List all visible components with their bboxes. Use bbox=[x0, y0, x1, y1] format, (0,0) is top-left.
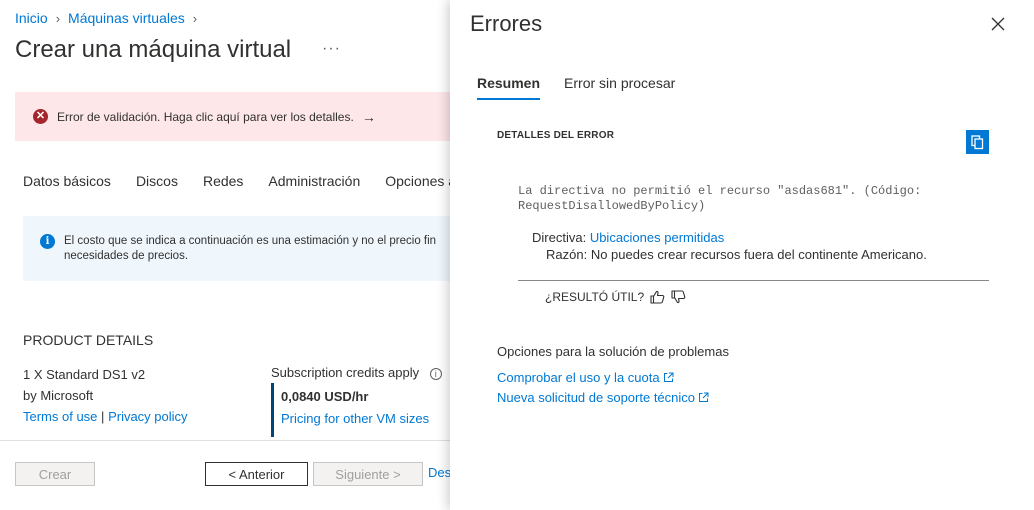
product-info: 1 X Standard DS1 v2 by Microsoft Terms o… bbox=[23, 364, 188, 427]
product-vendor: by Microsoft bbox=[23, 388, 94, 403]
breadcrumb-vms-link[interactable]: Máquinas virtuales bbox=[68, 10, 185, 26]
divider bbox=[518, 280, 989, 281]
new-support-request-link[interactable]: Nueva solicitud de soporte técnico bbox=[497, 390, 709, 405]
policy-link[interactable]: Ubicaciones permitidas bbox=[590, 230, 724, 245]
error-message-line2: RequestDisallowedByPolicy) bbox=[518, 199, 706, 213]
tab-summary[interactable]: Resumen bbox=[477, 75, 541, 100]
policy-row: Directiva: Ubicaciones permitidas bbox=[532, 230, 724, 245]
arrow-right-icon: → bbox=[361, 108, 376, 125]
breadcrumb-home-link[interactable]: Inicio bbox=[15, 10, 48, 26]
create-vm-page: Inicio › Máquinas virtuales › Crear una … bbox=[0, 0, 450, 510]
breadcrumb: Inicio › Máquinas virtuales › bbox=[15, 10, 205, 26]
tab-basics[interactable]: Datos básicos bbox=[23, 173, 111, 189]
validation-error-banner[interactable]: ✕ Error de validación. Haga clic aquí pa… bbox=[15, 92, 450, 141]
page-title: Crear una máquina virtual bbox=[15, 36, 292, 63]
link-separator: | bbox=[101, 409, 105, 424]
chevron-right-icon: › bbox=[55, 10, 61, 26]
cost-info-box: i El costo que se indica a continuación … bbox=[23, 216, 450, 281]
troubleshooting-title: Opciones para la solución de problemas bbox=[497, 344, 729, 359]
reason-text: No puedes crear recursos fuera del conti… bbox=[590, 247, 927, 262]
reason-label: Razón: bbox=[546, 247, 588, 262]
error-icon: ✕ bbox=[33, 109, 48, 124]
terms-of-use-link[interactable]: Terms of use bbox=[23, 409, 97, 424]
info-icon: i bbox=[40, 234, 55, 249]
thumbs-up-icon[interactable] bbox=[649, 289, 665, 305]
errors-panel: Errores Resumen Error sin procesar DETAL… bbox=[450, 0, 1034, 510]
privacy-policy-link[interactable]: Privacy policy bbox=[108, 409, 187, 424]
external-link-icon bbox=[663, 372, 674, 383]
previous-button[interactable]: < Anterior bbox=[205, 462, 308, 486]
footer-divider bbox=[0, 440, 450, 441]
copy-icon bbox=[971, 134, 984, 149]
tab-advanced[interactable]: Opciones a bbox=[385, 173, 450, 189]
panel-title: Errores bbox=[470, 11, 543, 36]
more-options-button[interactable]: ··· bbox=[322, 40, 341, 58]
tab-raw-error[interactable]: Error sin procesar bbox=[564, 75, 675, 100]
copy-button[interactable] bbox=[966, 130, 989, 154]
chevron-right-icon: › bbox=[192, 10, 198, 26]
reason-row: Razón: No puedes crear recursos fuera de… bbox=[546, 247, 927, 262]
next-button[interactable]: Siguiente > bbox=[313, 462, 423, 486]
feedback-row: ¿RESULTÓ ÚTIL? bbox=[545, 289, 686, 305]
create-button[interactable]: Crear bbox=[15, 462, 95, 486]
price-value: 0,0840 USD/hr bbox=[281, 389, 369, 404]
cost-info-text: El costo que se indica a continuación es… bbox=[64, 234, 450, 281]
validation-error-text: Error de validación. Haga clic aquí para… bbox=[57, 109, 354, 124]
close-icon bbox=[991, 17, 1005, 31]
error-details-title: DETALLES DEL ERROR bbox=[497, 130, 615, 141]
panel-tabs: Resumen Error sin procesar bbox=[477, 75, 699, 100]
tab-networking[interactable]: Redes bbox=[203, 173, 243, 189]
cost-info-line1: El costo que se indica a continuación es… bbox=[64, 235, 437, 247]
helpful-label: ¿RESULTÓ ÚTIL? bbox=[545, 290, 645, 304]
subscription-credits-label: Subscription credits apply bbox=[271, 365, 420, 380]
download-template-link[interactable]: Des bbox=[428, 465, 450, 480]
product-name: 1 X Standard DS1 v2 bbox=[23, 367, 146, 382]
pricing-other-sizes-link[interactable]: Pricing for other VM sizes bbox=[281, 411, 429, 426]
close-button[interactable] bbox=[988, 14, 1008, 34]
subscription-credits: Subscription credits apply i bbox=[271, 365, 442, 380]
external-link-icon bbox=[698, 392, 709, 403]
product-details-title: PRODUCT DETAILS bbox=[23, 332, 154, 348]
tab-disks[interactable]: Discos bbox=[136, 173, 178, 189]
new-support-request-label: Nueva solicitud de soporte técnico bbox=[497, 390, 696, 405]
thumbs-down-icon[interactable] bbox=[670, 289, 686, 305]
price-box: 0,0840 USD/hr Pricing for other VM sizes bbox=[271, 383, 429, 437]
info-icon[interactable]: i bbox=[429, 367, 442, 380]
error-message: La directiva no permitió el recurso "asd… bbox=[518, 184, 978, 214]
check-quota-link[interactable]: Comprobar el uso y la cuota bbox=[497, 370, 674, 385]
check-quota-label: Comprobar el uso y la cuota bbox=[497, 370, 660, 385]
tab-management[interactable]: Administración bbox=[268, 173, 360, 189]
cost-info-line2: necesidades de precios. bbox=[64, 250, 189, 262]
wizard-tabs: Datos básicos Discos Redes Administració… bbox=[23, 173, 450, 189]
error-message-line1: La directiva no permitió el recurso "asd… bbox=[518, 184, 922, 198]
policy-label: Directiva: bbox=[532, 230, 587, 245]
